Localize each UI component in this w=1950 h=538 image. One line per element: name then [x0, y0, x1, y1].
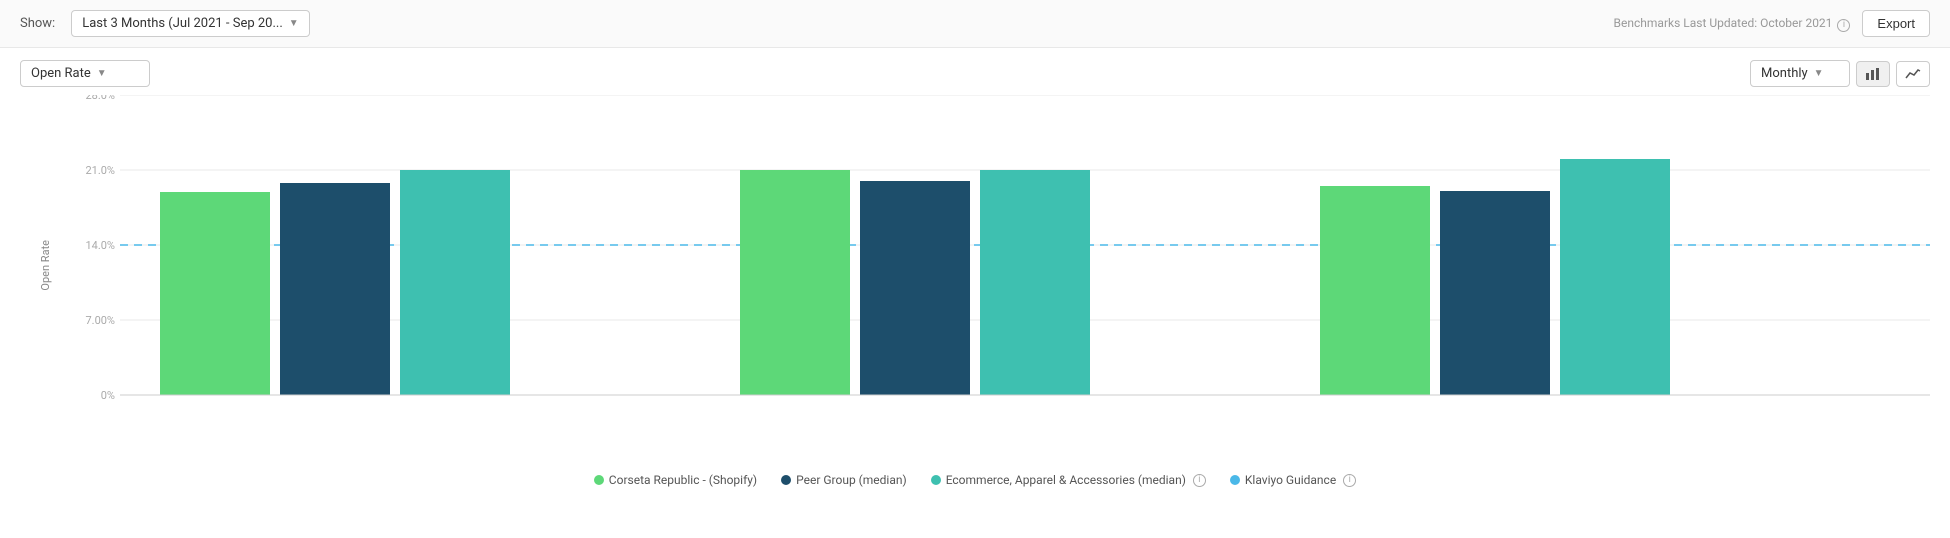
export-button[interactable]: Export	[1862, 10, 1930, 37]
legend-item-klaviyo: Klaviyo Guidance i	[1230, 473, 1356, 487]
bar-aug-ecommerce	[980, 170, 1090, 395]
chart-controls: Open Rate ▼ Monthly ▼	[0, 48, 1950, 95]
y-axis-label: Open Rate	[39, 240, 52, 291]
bar-jul-ecommerce	[400, 170, 510, 395]
line-chart-button[interactable]	[1896, 61, 1930, 87]
svg-text:14.0%: 14.0%	[85, 239, 115, 252]
legend-dot-ecommerce	[931, 475, 941, 485]
metric-value: Open Rate	[31, 66, 91, 81]
show-label: Show:	[20, 16, 55, 31]
legend-label-ecommerce: Ecommerce, Apparel & Accessories (median…	[946, 473, 1186, 487]
klaviyo-info-icon[interactable]: i	[1343, 474, 1356, 487]
top-right-controls: Benchmarks Last Updated: October 2021 i …	[1614, 10, 1930, 37]
date-range-value: Last 3 Months (Jul 2021 - Sep 20...	[82, 16, 283, 31]
chart-right-controls: Monthly ▼	[1750, 60, 1930, 87]
bar-chart-icon	[1865, 66, 1881, 82]
svg-text:0%: 0%	[101, 389, 115, 402]
benchmark-label: Benchmarks Last Updated: October 2021 i	[1614, 16, 1851, 32]
svg-text:21.0%: 21.0%	[85, 164, 115, 177]
top-bar: Show: Last 3 Months (Jul 2021 - Sep 20..…	[0, 0, 1950, 48]
main-container: Show: Last 3 Months (Jul 2021 - Sep 20..…	[0, 0, 1950, 538]
legend: Corseta Republic - (Shopify) Peer Group …	[0, 465, 1950, 497]
legend-dot-klaviyo	[1230, 475, 1240, 485]
legend-item-peer: Peer Group (median)	[781, 473, 907, 487]
frequency-value: Monthly	[1761, 66, 1808, 81]
bar-sep-peer	[1440, 191, 1550, 395]
svg-text:28.0%: 28.0%	[85, 95, 115, 102]
bar-aug-corseta	[740, 170, 850, 395]
line-chart-icon	[1905, 66, 1921, 82]
y-axis-label-container: Open Rate	[20, 95, 70, 435]
bar-sep-ecommerce	[1560, 159, 1670, 395]
legend-item-ecommerce: Ecommerce, Apparel & Accessories (median…	[931, 473, 1206, 487]
svg-text:7.00%: 7.00%	[85, 314, 115, 327]
frequency-chevron-icon: ▼	[1814, 68, 1824, 79]
legend-item-corseta: Corseta Republic - (Shopify)	[594, 473, 757, 487]
metric-chevron-icon: ▼	[97, 68, 107, 79]
bar-jul-corseta	[160, 192, 270, 395]
chart-inner: 28.0% 21.0% 14.0% 7.00% 0%	[80, 95, 1930, 435]
legend-label-corseta: Corseta Republic - (Shopify)	[609, 473, 757, 487]
metric-dropdown[interactable]: Open Rate ▼	[20, 60, 150, 87]
date-range-dropdown[interactable]: Last 3 Months (Jul 2021 - Sep 20... ▼	[71, 10, 309, 37]
chevron-down-icon: ▼	[289, 18, 299, 29]
bar-aug-peer	[860, 181, 970, 395]
bar-sep-corseta	[1320, 186, 1430, 395]
frequency-dropdown[interactable]: Monthly ▼	[1750, 60, 1850, 87]
legend-label-klaviyo: Klaviyo Guidance	[1245, 473, 1336, 487]
legend-dot-peer	[781, 475, 791, 485]
legend-label-peer: Peer Group (median)	[796, 473, 907, 487]
legend-dot-corseta	[594, 475, 604, 485]
bar-chart-button[interactable]	[1856, 61, 1890, 87]
ecommerce-info-icon[interactable]: i	[1193, 474, 1206, 487]
bar-jul-peer	[280, 183, 390, 395]
benchmark-info-icon[interactable]: i	[1837, 19, 1850, 32]
chart-svg: 28.0% 21.0% 14.0% 7.00% 0%	[80, 95, 1930, 405]
chart-area: Open Rate 28.0% 21.0% 14.0% 7.00% 0%	[20, 95, 1930, 465]
